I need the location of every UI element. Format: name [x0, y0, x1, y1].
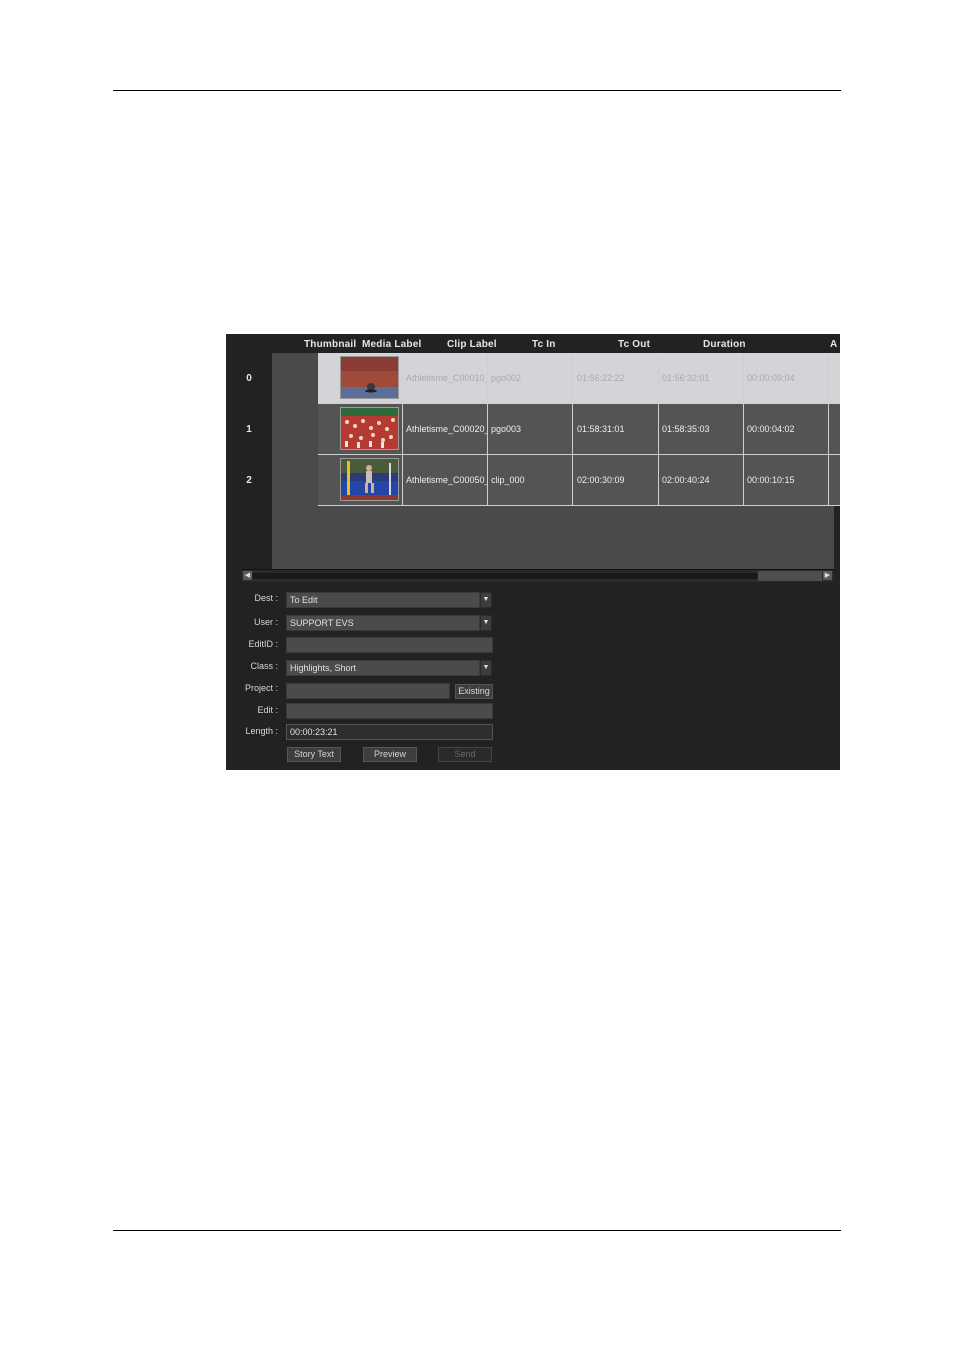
- user-label: User :: [253, 617, 278, 627]
- project-field[interactable]: [286, 683, 450, 699]
- tc-out-cell: 02:00:40:24: [662, 475, 710, 485]
- row-number: 2: [246, 475, 252, 486]
- column-header-thumbnail[interactable]: Thumbnail: [304, 339, 356, 350]
- duration-cell: 00:00:09:04: [747, 373, 795, 383]
- tc-out-cell: 01:56:32:01: [662, 373, 710, 383]
- column-header-media-label[interactable]: Media Label: [362, 339, 421, 350]
- dest-label: Dest :: [254, 593, 278, 603]
- page-bottom-rule: [113, 1230, 841, 1231]
- user-dropdown-arrow-icon[interactable]: ▼: [480, 615, 492, 631]
- column-header-clip-label[interactable]: Clip Label: [447, 339, 497, 350]
- clip-label-cell: pgo002: [491, 373, 522, 383]
- length-label: Length :: [245, 726, 278, 736]
- tc-in-cell: 02:00:30:09: [577, 475, 625, 485]
- duration-cell: 00:00:04:02: [747, 424, 795, 434]
- tc-in-cell: 01:58:31:01: [577, 424, 625, 434]
- length-field: 00:00:23:21: [286, 724, 493, 740]
- column-divider: [828, 353, 829, 403]
- thumbnail-image: [340, 407, 399, 450]
- column-divider: [828, 404, 829, 454]
- media-label-cell: Athletisme_C00020_: [406, 424, 487, 434]
- class-dropdown[interactable]: Highlights, Short: [286, 660, 480, 676]
- scroll-left-arrow-icon[interactable]: ◀: [243, 571, 252, 580]
- table-header: Thumbnail Media Label Clip Label Tc In T…: [226, 334, 840, 353]
- clip-label-cell: pgo003: [491, 424, 522, 434]
- edit-label: Edit :: [257, 705, 278, 715]
- table-row[interactable]: Athletisme_C00010_ pgo002 01:56:22:22 01…: [318, 353, 840, 404]
- project-label: Project :: [244, 683, 278, 693]
- column-divider: [828, 455, 829, 505]
- tc-out-cell: 01:58:35:03: [662, 424, 710, 434]
- column-header-duration[interactable]: Duration: [703, 339, 746, 350]
- clip-grid: Athletisme_C00010_ pgo002 01:56:22:22 01…: [272, 353, 840, 569]
- scrollbar-thumb[interactable]: [758, 571, 822, 581]
- clip-list-panel: Thumbnail Media Label Clip Label Tc In T…: [226, 334, 840, 770]
- thumbnail-image: [340, 458, 399, 501]
- existing-button[interactable]: Existing: [455, 684, 493, 699]
- send-button[interactable]: Send: [438, 747, 492, 762]
- media-label-cell: Athletisme_C00010_: [406, 373, 487, 383]
- column-header-truncated[interactable]: A: [830, 339, 837, 350]
- scrollbar-track[interactable]: [253, 573, 757, 579]
- thumbnail-image: [340, 356, 399, 399]
- story-text-button[interactable]: Story Text: [287, 747, 341, 762]
- dest-dropdown[interactable]: To Edit: [286, 592, 480, 608]
- dest-dropdown-arrow-icon[interactable]: ▼: [480, 592, 492, 608]
- scroll-right-arrow-icon[interactable]: ▶: [823, 571, 832, 580]
- editid-label: EditID :: [248, 639, 278, 649]
- duration-cell: 00:00:10:15: [747, 475, 795, 485]
- class-label: Class :: [250, 661, 278, 671]
- media-label-cell: Athletisme_C00050_: [406, 475, 487, 485]
- table-row[interactable]: Athletisme_C00020_ pgo003 01:58:31:01 01…: [318, 404, 840, 455]
- clip-label-cell: clip_000: [491, 475, 525, 485]
- horizontal-scrollbar[interactable]: ◀ ▶: [242, 569, 834, 582]
- tc-in-cell: 01:56:22:22: [577, 373, 625, 383]
- row-number: 0: [246, 373, 252, 384]
- table-row[interactable]: Athletisme_C00050_ clip_000 02:00:30:09 …: [318, 455, 840, 506]
- edit-field[interactable]: [286, 703, 493, 719]
- user-dropdown[interactable]: SUPPORT EVS: [286, 615, 480, 631]
- editid-field[interactable]: [286, 637, 493, 653]
- preview-button[interactable]: Preview: [363, 747, 417, 762]
- class-dropdown-arrow-icon[interactable]: ▼: [480, 660, 492, 676]
- row-number: 1: [246, 424, 252, 435]
- column-header-tc-in[interactable]: Tc In: [532, 339, 556, 350]
- column-header-tc-out[interactable]: Tc Out: [618, 339, 650, 350]
- page-top-rule: [113, 90, 841, 91]
